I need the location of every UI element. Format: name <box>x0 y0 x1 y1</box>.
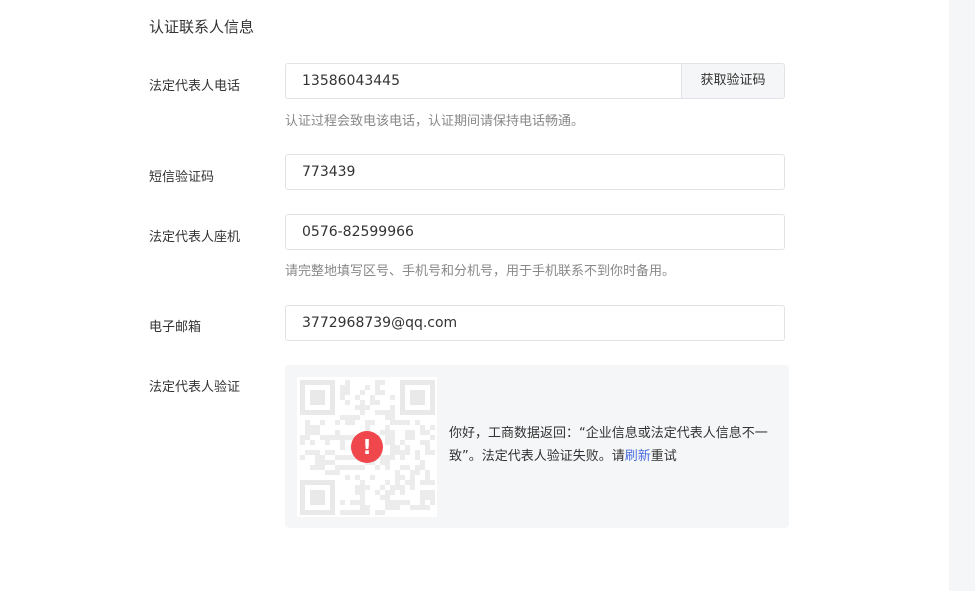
email-input[interactable]: 3772968739@qq.com <box>285 305 785 341</box>
email-label: 电子邮箱 <box>149 320 202 335</box>
landline-label: 法定代表人座机 <box>149 230 241 245</box>
verification-panel: ! 你好，工商数据返回：“企业信息或法定代表人信息不一致”。法定代表人验证失败。… <box>285 365 789 528</box>
get-code-button[interactable]: 获取验证码 <box>681 63 785 99</box>
verification-message: 你好，工商数据返回：“企业信息或法定代表人信息不一致”。法定代表人验证失败。请刷… <box>449 422 783 468</box>
qr-code-icon: ! <box>297 377 437 517</box>
verification-message-text: 你好，工商数据返回：“企业信息或法定代表人信息不一致”。法定代表人验证失败。请 <box>449 426 768 464</box>
error-icon: ! <box>351 431 383 463</box>
refresh-link[interactable]: 刷新 <box>625 449 651 464</box>
verification-label: 法定代表人验证 <box>149 380 241 395</box>
verification-message-suffix: 重试 <box>650 449 677 464</box>
sms-code-input[interactable]: 773439 <box>285 154 785 190</box>
phone-input[interactable]: 13586043445 <box>285 63 682 99</box>
phone-hint: 认证过程会致电该电话，认证期间请保持电话畅通。 <box>285 114 585 129</box>
section-title: 认证联系人信息 <box>149 18 255 36</box>
right-gutter <box>949 0 975 591</box>
landline-hint: 请完整地填写区号、手机号和分机号，用于手机联系不到你时备用。 <box>285 264 676 279</box>
landline-input[interactable]: 0576-82599966 <box>285 214 785 250</box>
sms-label: 短信验证码 <box>149 170 215 185</box>
phone-label: 法定代表人电话 <box>149 79 241 94</box>
